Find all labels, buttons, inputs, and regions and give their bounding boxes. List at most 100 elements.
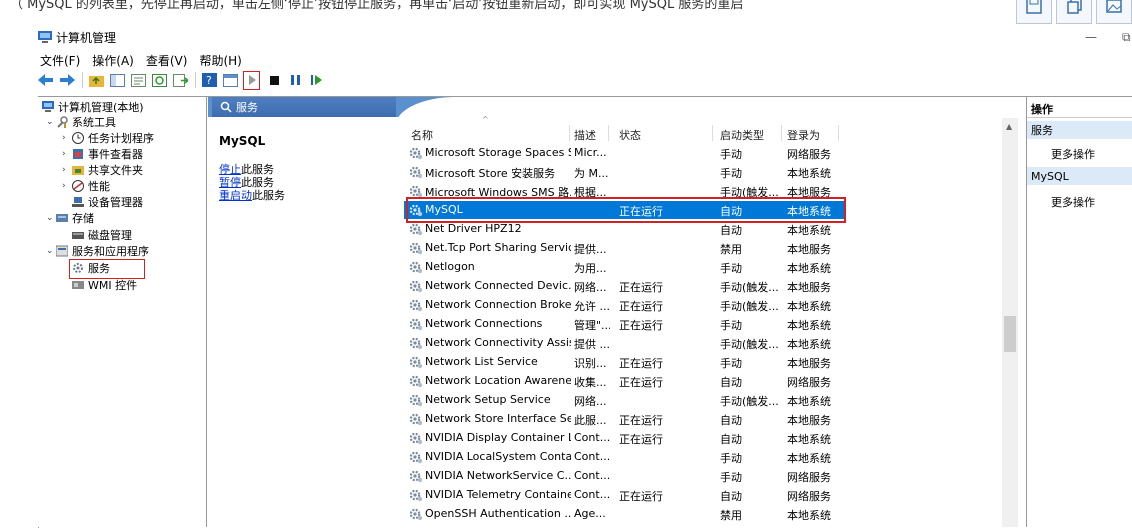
show-hide-tree-icon[interactable] — [109, 72, 125, 88]
tree-root[interactable]: 计算机管理(本地) — [42, 99, 144, 114]
column-header-description[interactable]: 描述 — [574, 127, 596, 143]
menu-help[interactable]: 帮助(H) — [199, 52, 241, 68]
service-row-mysql[interactable]: MySQL 正在运行 自动 本地系统 — [404, 201, 844, 219]
help-icon[interactable]: ? — [201, 72, 217, 88]
pane-header: 服务 — [208, 97, 1018, 125]
back-arrow-icon[interactable] — [38, 72, 54, 88]
actions-group-services[interactable]: 服务 — [1027, 121, 1132, 139]
up-folder-icon[interactable] — [88, 72, 104, 88]
service-row[interactable]: Network List Service 识别... 正在运行 手动 本地服务 — [404, 353, 1004, 371]
tree-item-services-apps[interactable]: ⌄ 服务和应用程序 — [46, 243, 149, 258]
chevron-right-icon[interactable]: › — [62, 181, 72, 191]
image-icon[interactable] — [1096, 0, 1132, 24]
tree-root-label: 计算机管理(本地) — [58, 100, 144, 114]
service-status-cell: 正在运行 — [619, 281, 663, 294]
service-desc-cell: Age... — [574, 507, 606, 520]
service-row[interactable]: NVIDIA Display Container LS Cont... 正在运行 自动… — [404, 429, 1004, 447]
service-startup-cell: 手动(触发... — [720, 281, 779, 294]
column-header-logon-as[interactable]: 登录为 — [787, 127, 820, 143]
service-logon-cell: 本地系统 — [787, 300, 831, 313]
service-row[interactable]: Microsoft Storage Spaces S... Micr... 手动 网络… — [404, 144, 1004, 162]
restore-button[interactable]: ⧉ — [1122, 30, 1131, 45]
actions-group-mysql[interactable]: MySQL — [1027, 167, 1132, 185]
restart-service-icon[interactable] — [308, 72, 324, 88]
service-row[interactable]: Network Connectivity Assis... 提供 ... 手动(触发… — [404, 334, 1004, 352]
service-row[interactable]: Net.Tcp Port Sharing Service 提供... 禁用 本地服务 — [404, 239, 1004, 257]
menu-action[interactable]: 操作(A) — [92, 52, 134, 68]
tree-item-disk-management[interactable]: 磁盘管理 — [72, 227, 132, 242]
chevron-right-icon[interactable]: › — [62, 165, 72, 175]
device-manager-icon — [72, 196, 84, 207]
tree-item-system-tools[interactable]: ⌄ 系统工具 — [46, 114, 116, 129]
tree-item-event-viewer[interactable]: › 事件查看器 — [62, 146, 143, 161]
tree-item-label: 设备管理器 — [88, 195, 143, 209]
tree-item-storage[interactable]: ⌄ 存储 — [46, 210, 94, 225]
service-startup-cell: 手动(触发... — [720, 186, 779, 199]
service-row[interactable]: NVIDIA LocalSystem Conta... Cont... 手动 本地系统 — [404, 448, 1004, 466]
actions-more-mysql[interactable]: 更多操作 — [1051, 194, 1095, 210]
service-row[interactable]: Network Store Interface Se... 此服... 正在运行 自动… — [404, 410, 1004, 428]
properties-icon[interactable] — [130, 72, 146, 88]
tree-item-task-scheduler[interactable]: › 任务计划程序 — [62, 130, 154, 145]
service-row[interactable]: Network Connected Devic... 网络... 正在运行 手动(触发… — [404, 277, 1004, 295]
chevron-down-icon[interactable]: ⌄ — [46, 213, 56, 223]
tree-item-device-manager[interactable]: 设备管理器 — [72, 194, 143, 209]
column-header-startup-type[interactable]: 启动类型 — [720, 127, 764, 143]
service-logon-cell: 网络服务 — [787, 490, 831, 503]
column-header-name[interactable]: 名称 — [411, 127, 433, 143]
performance-icon — [72, 179, 84, 192]
pause-service-icon[interactable] — [287, 72, 303, 88]
service-desc-cell: 为用... — [574, 262, 607, 275]
start-service-button[interactable] — [243, 70, 260, 90]
tree-item-performance[interactable]: › 性能 — [62, 178, 110, 193]
chevron-right-icon[interactable]: › — [62, 133, 72, 143]
vertical-scrollbar[interactable]: ▲ — [1002, 118, 1018, 527]
console-view-icon[interactable] — [222, 72, 238, 88]
service-row[interactable]: Network Connections 管理"... 正在运行 手动 本地系统 — [404, 315, 1004, 333]
service-startup-cell: 禁用 — [720, 243, 742, 256]
chevron-down-icon[interactable]: ⌄ — [46, 117, 56, 127]
restart-service-link[interactable]: 重启动 — [219, 189, 252, 202]
service-desc-cell: 管理"... — [574, 319, 610, 332]
service-startup-cell: 手动 — [720, 148, 742, 161]
service-row[interactable]: Netlogon 为用... 手动 本地系统 — [404, 258, 1004, 276]
forward-arrow-icon[interactable] — [59, 72, 75, 88]
service-row[interactable]: Microsoft Store 安装服务 为 M... 手动 本地系统 — [404, 163, 1004, 181]
service-logon-cell: 本地服务 — [787, 281, 831, 294]
column-header-status[interactable]: 状态 — [619, 127, 641, 143]
service-row[interactable]: Network Setup Service 网络... 手动(触发... 本地系统 — [404, 391, 1004, 409]
save-icon[interactable] — [1016, 0, 1052, 24]
refresh-icon[interactable] — [151, 72, 167, 88]
service-name-cell: NVIDIA NetworkService C... — [425, 469, 571, 482]
service-row[interactable]: Microsoft Windows SMS 路... 根据... 手动(触发... 本… — [404, 182, 1004, 200]
service-status-cell: 正在运行 — [619, 376, 663, 389]
scroll-up-icon[interactable]: ▲ — [1006, 122, 1012, 131]
menu-view[interactable]: 查看(V) — [146, 52, 188, 68]
minimize-button[interactable]: — — [1085, 30, 1097, 44]
actions-more-services[interactable]: 更多操作 — [1051, 146, 1095, 162]
tree-item-wmi-control[interactable]: WMI 控件 — [72, 277, 137, 292]
chevron-down-icon[interactable]: ⌄ — [46, 246, 56, 256]
stop-service-icon[interactable] — [266, 72, 282, 88]
service-logon-cell: 网络服务 — [787, 376, 831, 389]
export-list-icon[interactable] — [172, 72, 188, 88]
services-apps-icon — [56, 245, 68, 256]
service-row[interactable]: NVIDIA Telemetry Container Cont... 正在运行 自动 网… — [404, 486, 1004, 504]
service-name-cell: NVIDIA LocalSystem Conta... — [425, 450, 571, 463]
service-startup-cell: 手动 — [720, 262, 742, 275]
service-row[interactable]: NVIDIA NetworkService C... Cont... 手动 网络服务 — [404, 467, 1004, 485]
service-row[interactable]: Net Driver HPZ12 自动 本地系统 — [404, 220, 1004, 238]
menu-file[interactable]: 文件(F) — [40, 52, 80, 68]
computer-management-icon — [38, 31, 52, 43]
service-startup-cell: 手动(触发... — [720, 338, 779, 351]
service-row[interactable]: Network Connection Broker 允许 ... 正在运行 手动(触发… — [404, 296, 1004, 314]
service-row[interactable]: Network Location Awarene... 收集... 正在运行 自动 网络… — [404, 372, 1004, 390]
service-name-cell: NVIDIA Telemetry Container — [425, 488, 571, 501]
scrollbar-thumb[interactable] — [1004, 316, 1016, 352]
tree-item-shared-folders[interactable]: › 共享文件夹 — [62, 162, 143, 177]
service-desc-cell: Cont... — [574, 450, 610, 463]
tab-services[interactable]: 服务 — [212, 97, 396, 117]
service-row[interactable]: OpenSSH Authentication ... Age... 禁用 本地系统 — [404, 505, 1004, 523]
chevron-right-icon[interactable]: › — [62, 149, 72, 159]
copy-icon[interactable] — [1056, 0, 1092, 24]
